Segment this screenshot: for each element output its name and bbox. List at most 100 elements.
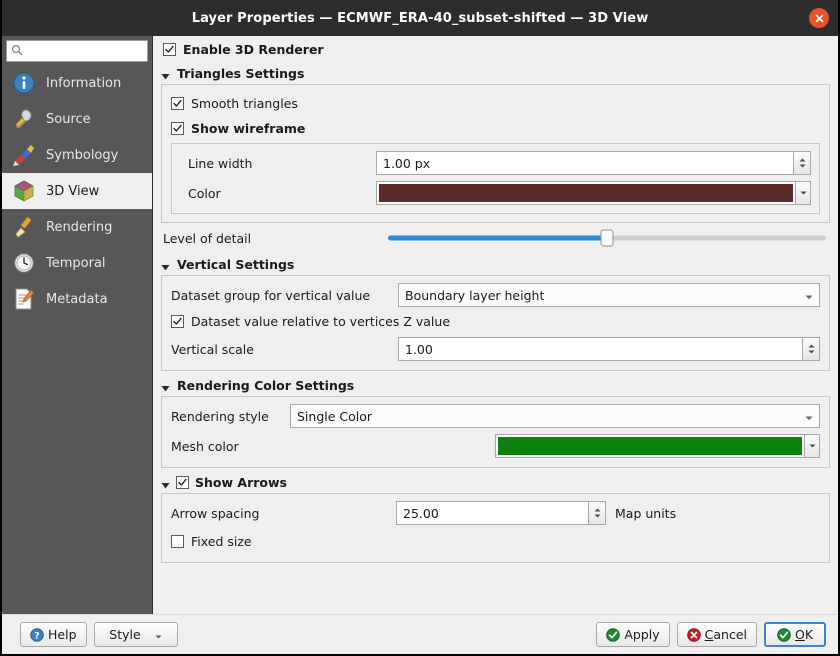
- fixed-size-checkbox[interactable]: [171, 535, 184, 548]
- sidebar-item-symbology[interactable]: Symbology: [2, 137, 152, 173]
- slider-handle[interactable]: [601, 230, 614, 247]
- relative-z-label: Dataset value relative to vertices Z val…: [191, 314, 450, 329]
- rendering-color-settings-header[interactable]: Rendering Color Settings: [161, 374, 830, 396]
- wireframe-color-label: Color: [180, 186, 376, 201]
- level-of-detail-row: Level of detail: [161, 223, 830, 253]
- triangles-settings-header[interactable]: Triangles Settings: [161, 62, 830, 84]
- smooth-triangles-label: Smooth triangles: [191, 96, 298, 111]
- show-wireframe-checkbox[interactable]: [171, 122, 184, 135]
- cancel-button[interactable]: Cancel: [677, 622, 757, 647]
- window-title: Layer Properties — ECMWF_ERA-40_subset-s…: [192, 11, 649, 26]
- arrow-spacing-stepper[interactable]: [589, 501, 606, 525]
- mesh-color-label: Mesh color: [171, 439, 290, 454]
- sidebar-item-label: 3D View: [46, 184, 99, 199]
- search-input[interactable]: [27, 43, 143, 59]
- vertical-settings-header[interactable]: Vertical Settings: [161, 253, 830, 275]
- symbology-icon: [12, 143, 36, 167]
- enable-renderer-row: Enable 3D Renderer: [161, 36, 830, 62]
- sidebar-item-3d-view[interactable]: 3D View: [2, 173, 152, 209]
- sidebar: Information Source: [2, 36, 153, 614]
- wireframe-options-group: Line width 1.00 px Color: [171, 143, 820, 214]
- slider-fill: [388, 236, 607, 241]
- show-wireframe-row: Show wireframe: [171, 115, 820, 141]
- enable-renderer-label: Enable 3D Renderer: [183, 42, 324, 57]
- vertical-scale-input[interactable]: 1.00: [398, 337, 803, 361]
- fixed-size-row: Fixed size: [171, 528, 820, 554]
- sidebar-item-metadata[interactable]: Metadata: [2, 281, 152, 317]
- show-arrows-header[interactable]: Show Arrows: [161, 471, 830, 493]
- dataset-group-select[interactable]: Boundary layer height: [398, 283, 820, 307]
- wireframe-color-row: Color: [180, 180, 811, 206]
- wireframe-color-dropdown[interactable]: [796, 181, 811, 205]
- vertical-scale-label: Vertical scale: [171, 342, 398, 357]
- smooth-triangles-row: Smooth triangles: [171, 91, 820, 115]
- show-arrows-checkbox[interactable]: [176, 476, 189, 489]
- information-icon: [12, 71, 36, 95]
- clock-icon: [12, 251, 36, 275]
- sidebar-item-information[interactable]: Information: [2, 65, 152, 101]
- arrow-spacing-row: Arrow spacing 25.00 Map units: [171, 500, 820, 526]
- rendering-style-label: Rendering style: [171, 409, 290, 424]
- dataset-group-label: Dataset group for vertical value: [171, 288, 398, 303]
- title-bar: Layer Properties — ECMWF_ERA-40_subset-s…: [2, 0, 838, 36]
- rendering-color-group: Rendering style Single Color Mesh color: [161, 396, 830, 468]
- main-panel: Enable 3D Renderer Triangles Settings Sm…: [153, 36, 838, 614]
- metadata-icon: [12, 287, 36, 311]
- triangles-settings-title: Triangles Settings: [177, 66, 304, 81]
- rendering-color-settings-title: Rendering Color Settings: [177, 378, 354, 393]
- triangles-settings-group: Smooth triangles Show wireframe Line wid…: [161, 84, 830, 223]
- search-box[interactable]: [6, 40, 148, 62]
- arrow-spacing-label: Arrow spacing: [171, 506, 396, 521]
- level-of-detail-label: Level of detail: [163, 231, 388, 246]
- relative-z-checkbox[interactable]: [171, 315, 184, 328]
- mesh-color-dropdown[interactable]: [805, 434, 820, 458]
- arrow-spacing-input[interactable]: 25.00: [396, 501, 589, 525]
- vertical-scale-stepper[interactable]: [803, 337, 820, 361]
- dialog-body: Information Source: [2, 36, 838, 614]
- ok-accel: O: [795, 627, 805, 642]
- ok-rest: K: [805, 627, 813, 642]
- enable-renderer-checkbox[interactable]: [163, 43, 176, 56]
- sidebar-item-label: Rendering: [46, 220, 112, 235]
- mesh-color-button[interactable]: [495, 434, 805, 458]
- chevron-down-icon: [161, 478, 170, 487]
- help-label: Help: [48, 627, 77, 642]
- dialog-footer: ? Help Style Apply: [2, 614, 838, 654]
- close-icon[interactable]: [809, 8, 829, 28]
- cube-3d-icon: [12, 179, 36, 203]
- fixed-size-label: Fixed size: [191, 534, 252, 549]
- chevron-down-icon: [161, 69, 170, 78]
- dataset-group-row: Dataset group for vertical value Boundar…: [171, 282, 820, 308]
- help-button[interactable]: ? Help: [20, 622, 87, 647]
- cancel-icon: [687, 628, 701, 642]
- chevron-down-icon: [161, 260, 170, 269]
- ok-label: OK: [795, 627, 813, 642]
- arrow-spacing-units: Map units: [615, 506, 676, 521]
- smooth-triangles-checkbox[interactable]: [171, 97, 184, 110]
- line-width-stepper[interactable]: [794, 151, 811, 175]
- chevron-down-icon: [805, 409, 813, 424]
- sidebar-item-temporal[interactable]: Temporal: [2, 245, 152, 281]
- wireframe-color-button[interactable]: [376, 181, 796, 205]
- mesh-color-swatch: [498, 437, 802, 455]
- chevron-down-icon: [805, 288, 813, 303]
- mesh-color-row: Mesh color: [171, 433, 820, 459]
- sidebar-item-rendering[interactable]: Rendering: [2, 209, 152, 245]
- line-width-input[interactable]: 1.00 px: [376, 151, 794, 175]
- ok-button[interactable]: OK: [764, 622, 826, 647]
- check-circle-icon: [777, 628, 791, 642]
- apply-label: Apply: [624, 627, 659, 642]
- svg-text:?: ?: [34, 631, 39, 641]
- layer-properties-dialog: Layer Properties — ECMWF_ERA-40_subset-s…: [0, 0, 840, 656]
- vertical-settings-group: Dataset group for vertical value Boundar…: [161, 275, 830, 371]
- chevron-down-icon: [161, 381, 170, 390]
- show-arrows-group: Arrow spacing 25.00 Map units Fixed size: [161, 493, 830, 563]
- level-of-detail-slider[interactable]: [388, 228, 826, 248]
- sidebar-item-label: Information: [46, 76, 121, 91]
- sidebar-item-label: Temporal: [46, 256, 106, 271]
- apply-button[interactable]: Apply: [596, 622, 669, 647]
- rendering-style-select[interactable]: Single Color: [290, 404, 820, 428]
- style-button[interactable]: Style: [94, 622, 178, 647]
- check-circle-icon: [606, 628, 620, 642]
- sidebar-item-source[interactable]: Source: [2, 101, 152, 137]
